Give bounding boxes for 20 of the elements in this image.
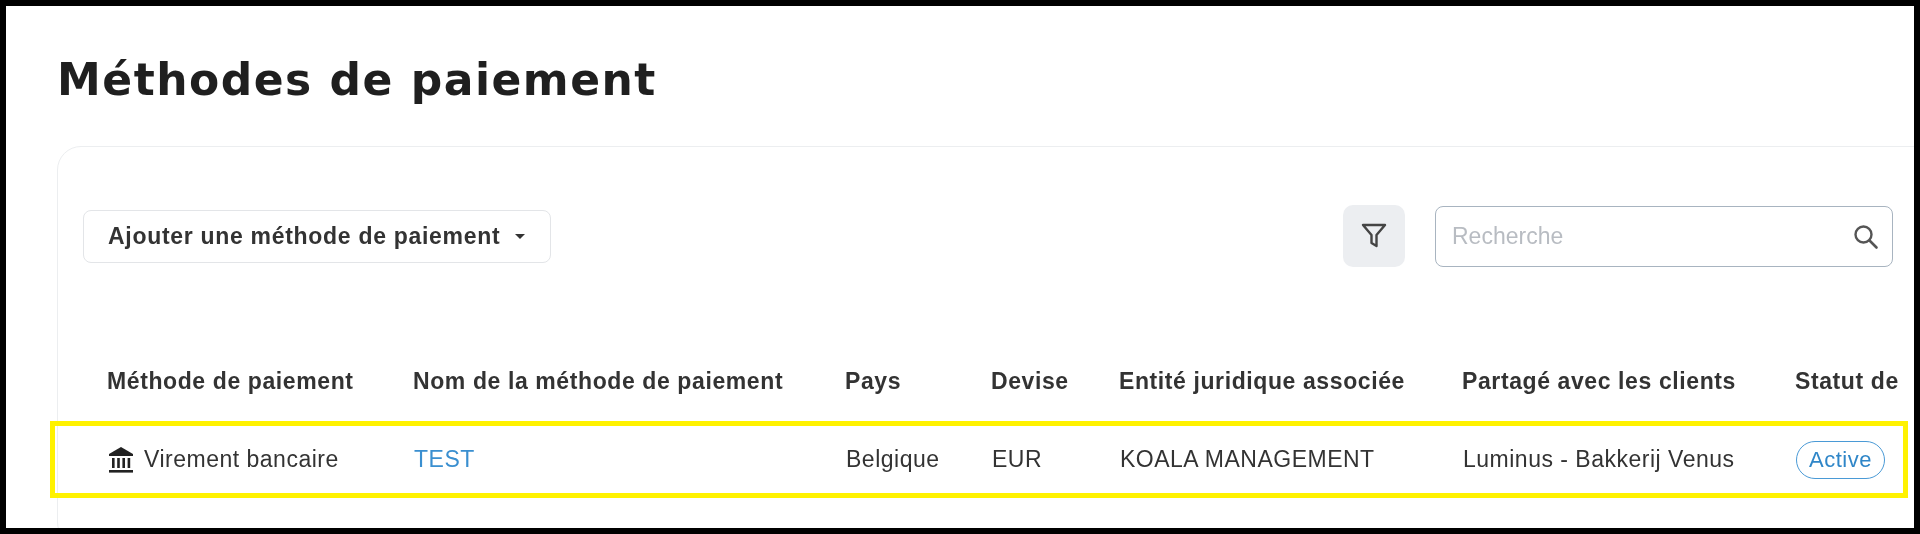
column-header[interactable]: Entité juridique associée	[1119, 367, 1405, 395]
add-method-dropdown[interactable]: Ajouter une méthode de paiement	[83, 209, 552, 263]
search-field[interactable]: Recherche	[1435, 205, 1893, 267]
search-icon	[1853, 223, 1879, 250]
bank-icon	[108, 445, 134, 474]
caret-icon	[514, 232, 527, 240]
table-cell: EUR	[992, 446, 1043, 473]
filter-button[interactable]	[1343, 205, 1405, 267]
page-title: Méthodes de paiement	[57, 53, 657, 107]
column-header[interactable]: Devise	[991, 367, 1069, 395]
column-header[interactable]: Partagé avec les clients	[1462, 367, 1736, 395]
table-cell: Belgique	[846, 446, 940, 473]
column-header[interactable]: Nom de la méthode de paiement	[413, 367, 784, 395]
column-header[interactable]: Statut de	[1795, 367, 1899, 395]
filter-icon	[1361, 222, 1387, 250]
table-cell: Virement bancaire	[144, 446, 339, 473]
column-header[interactable]: Pays	[845, 367, 902, 395]
table-cell: KOALA MANAGEMENT	[1120, 446, 1375, 473]
table-cell: Luminus - Bakkerij Venus	[1463, 446, 1735, 473]
column-header[interactable]: Méthode de paiement	[107, 367, 354, 395]
